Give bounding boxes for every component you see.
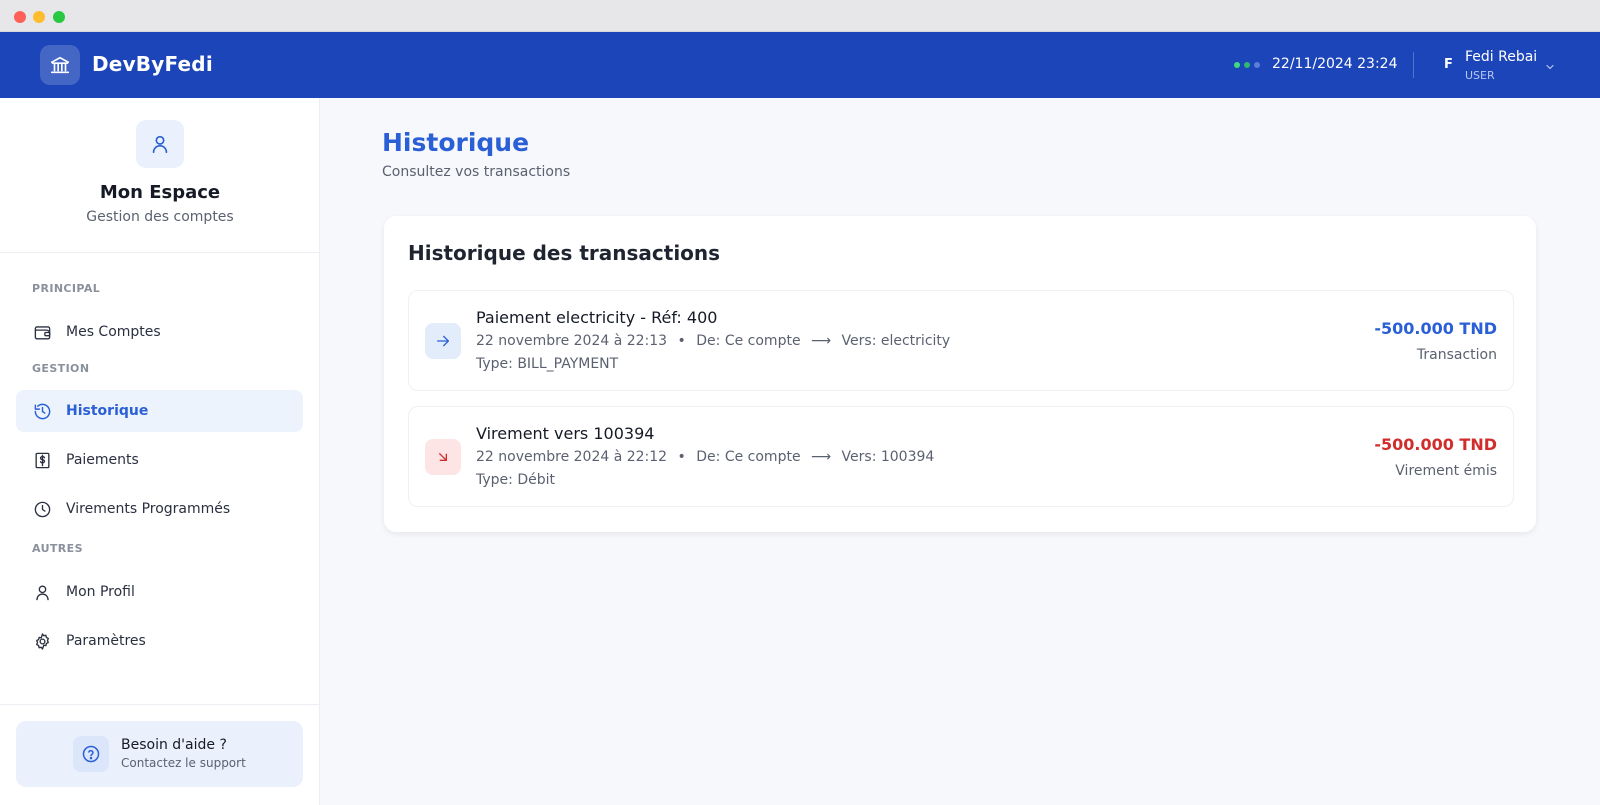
- status-dot: [1244, 62, 1250, 68]
- transactions-card: Historique des transactions Paiement ele…: [384, 216, 1536, 532]
- bank-icon[interactable]: [40, 45, 80, 85]
- section-label-autres: AUTRES: [32, 542, 83, 555]
- user-role: USER: [1465, 69, 1495, 82]
- sidebar-item-label: Historique: [66, 403, 149, 419]
- window-titlebar: [0, 0, 1600, 32]
- meta-bullet: •: [677, 449, 686, 465]
- divider: [0, 704, 320, 705]
- sidebar-item-label: Paiements: [66, 452, 139, 468]
- sidebar-item-label: Virements Programmés: [66, 501, 231, 517]
- history-icon: [32, 401, 52, 421]
- arrow-down-right-glyph: [439, 453, 447, 461]
- brand-name[interactable]: DevByFedi: [92, 52, 213, 76]
- status-dot: [1254, 62, 1260, 68]
- transaction-type: Type: Débit: [476, 472, 555, 488]
- transaction-title: Paiement electricity - Réf: 400: [476, 308, 718, 327]
- sidebar-item-paiements[interactable]: Paiements: [16, 439, 303, 481]
- transaction-kind: Virement émis: [1395, 463, 1497, 479]
- connection-status-indicator: [1234, 62, 1260, 68]
- transaction-date: 22 novembre 2024 à 22:13: [476, 333, 668, 349]
- transaction-meta: 22 novembre 2024 à 22:12 • De: Ce compte…: [476, 449, 934, 465]
- page-subtitle: Consultez vos transactions: [382, 164, 571, 180]
- maximize-window-button[interactable]: [53, 11, 65, 23]
- top-header: DevByFedi 22/11/2024 23:24 F Fedi Rebai …: [0, 32, 1600, 98]
- arrow-right-glyph: [437, 335, 449, 347]
- transaction-row[interactable]: Virement vers 100394 22 novembre 2024 à …: [408, 406, 1514, 507]
- section-label-gestion: GESTION: [32, 362, 90, 375]
- transaction-kind: Transaction: [1416, 347, 1497, 363]
- transaction-date: 22 novembre 2024 à 22:12: [476, 449, 668, 465]
- wallet-icon: [32, 322, 52, 342]
- user-icon: [32, 582, 52, 602]
- meta-arrow: ⟶: [811, 449, 832, 465]
- status-dot: [1234, 62, 1240, 68]
- help-support-button[interactable]: Besoin d'aide ? Contactez le support: [16, 721, 303, 787]
- transaction-amount: -500.000 TND: [1374, 319, 1497, 338]
- transaction-type: Type: BILL_PAYMENT: [476, 356, 619, 372]
- help-subtitle: Contactez le support: [121, 756, 246, 770]
- divider: [0, 252, 320, 253]
- close-window-button[interactable]: [14, 11, 26, 23]
- transaction-to: Vers: electricity: [841, 333, 951, 349]
- meta-arrow: ⟶: [811, 333, 832, 349]
- arrow-right-icon: [425, 323, 461, 359]
- sidebar-item-label: Paramètres: [66, 633, 146, 649]
- user-avatar[interactable]: F: [1444, 57, 1453, 72]
- receipt-icon: [32, 450, 52, 470]
- current-datetime: 22/11/2024 23:24: [1272, 56, 1398, 72]
- user-name[interactable]: Fedi Rebai: [1465, 49, 1537, 65]
- sidebar-item-virements-programmes[interactable]: Virements Programmés: [16, 488, 303, 530]
- sidebar-item-historique[interactable]: Historique: [16, 390, 303, 432]
- transaction-from: De: Ce compte: [696, 449, 801, 465]
- help-title: Besoin d'aide ?: [121, 737, 227, 753]
- sidebar-item-label: Mon Profil: [66, 584, 135, 600]
- page-title: Historique: [382, 128, 530, 157]
- minimize-window-button[interactable]: [33, 11, 45, 23]
- sidebar-item-mes-comptes[interactable]: Mes Comptes: [16, 311, 303, 353]
- sidebar: Mon Espace Gestion des comptes PRINCIPAL…: [0, 98, 320, 805]
- user-icon: [136, 120, 184, 168]
- transaction-from: De: Ce compte: [696, 333, 801, 349]
- meta-bullet: •: [677, 333, 686, 349]
- gear-icon: [32, 631, 52, 651]
- card-title: Historique des transactions: [408, 241, 721, 265]
- arrow-down-right-icon: [425, 439, 461, 475]
- chevron-down-icon[interactable]: [1544, 58, 1556, 77]
- transaction-title: Virement vers 100394: [476, 424, 655, 443]
- clock-icon: [32, 499, 52, 519]
- sidebar-title: Mon Espace: [99, 182, 221, 203]
- transaction-to: Vers: 100394: [841, 449, 935, 465]
- sidebar-item-label: Mes Comptes: [66, 324, 161, 340]
- section-label-principal: PRINCIPAL: [32, 282, 101, 295]
- help-circle-icon: [73, 736, 109, 772]
- transaction-meta: 22 novembre 2024 à 22:13 • De: Ce compte…: [476, 333, 950, 349]
- sidebar-item-mon-profil[interactable]: Mon Profil: [16, 571, 303, 613]
- main-content: Historique Consultez vos transactions Hi…: [321, 98, 1600, 805]
- sidebar-subtitle: Gestion des comptes: [86, 209, 234, 225]
- transaction-amount: -500.000 TND: [1374, 435, 1497, 454]
- sidebar-item-parametres[interactable]: Paramètres: [16, 620, 303, 662]
- header-divider: [1413, 52, 1414, 78]
- transaction-row[interactable]: Paiement electricity - Réf: 400 22 novem…: [408, 290, 1514, 391]
